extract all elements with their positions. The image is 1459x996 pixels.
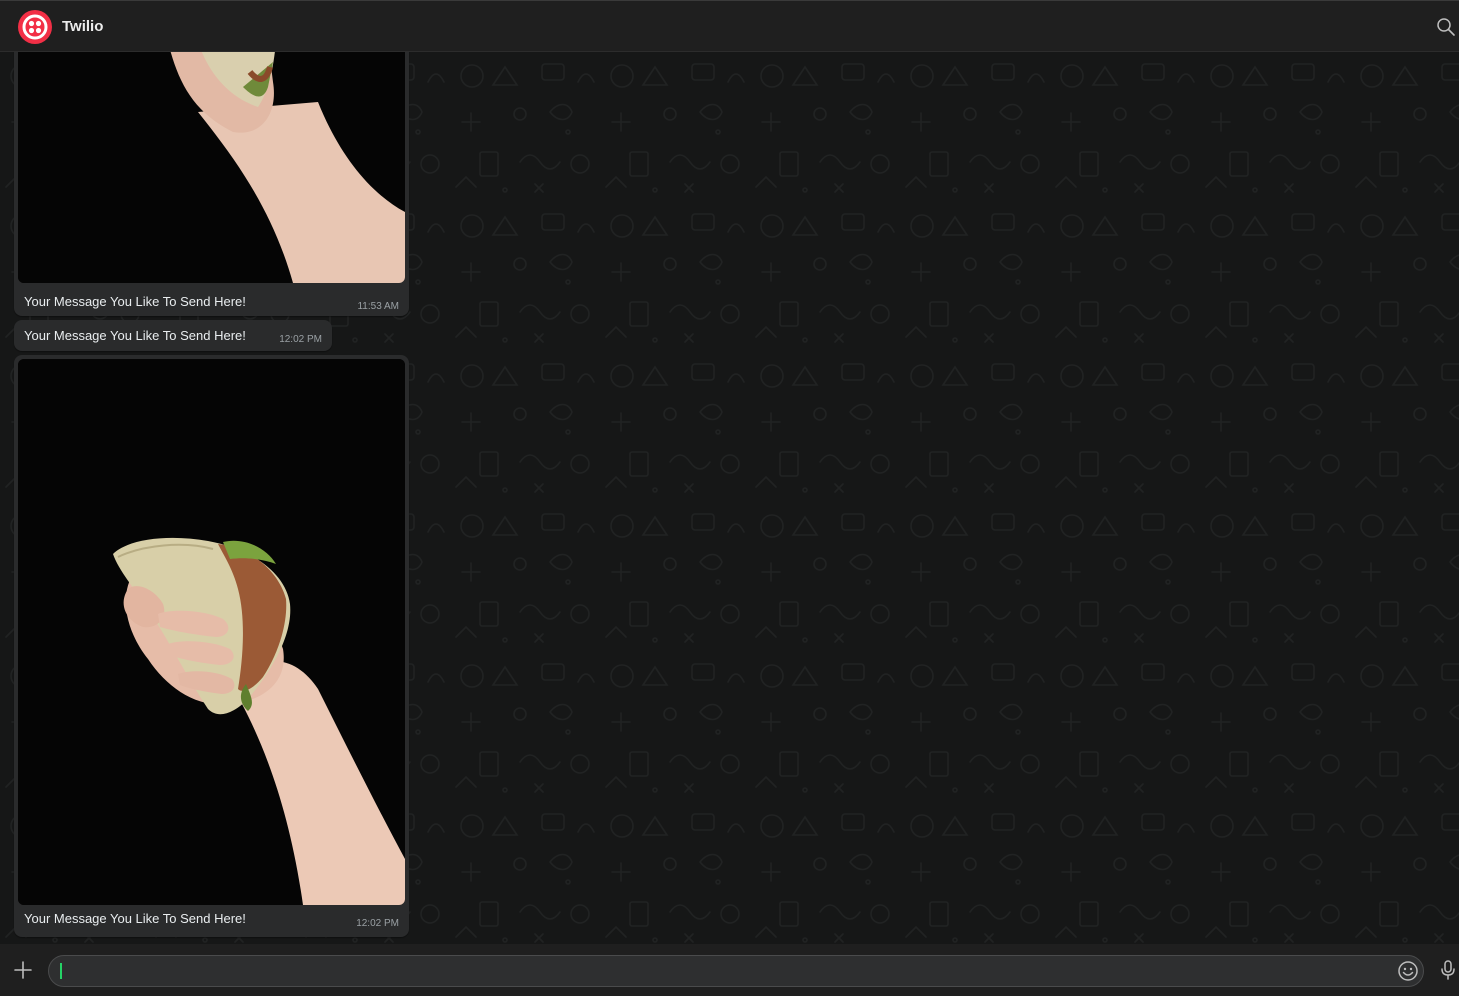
plus-icon <box>14 961 32 979</box>
composer-bar <box>0 944 1459 996</box>
taco-image[interactable] <box>18 52 405 283</box>
twilio-logo-icon <box>22 14 48 40</box>
attach-button[interactable] <box>12 959 34 981</box>
message-text: Your Message You Like To Send Here! <box>24 328 246 343</box>
search-button[interactable] <box>1435 16 1457 38</box>
smiley-icon <box>1398 961 1418 981</box>
message-text: Your Message You Like To Send Here! <box>24 911 246 926</box>
message-input-container[interactable] <box>48 955 1424 988</box>
taco-image[interactable] <box>18 359 405 905</box>
message-time: 12:02 PM <box>356 918 399 929</box>
contact-name[interactable]: Twilio <box>62 18 103 35</box>
voice-message-button[interactable] <box>1438 959 1458 981</box>
taco-photo-illustration <box>18 359 405 905</box>
message-time: 11:53 AM <box>357 301 399 312</box>
media-message[interactable]: Your Message You Like To Send Here! 12:0… <box>14 355 409 937</box>
message-list[interactable]: Your Message You Like To Send Here! 11:5… <box>0 52 1459 944</box>
avatar[interactable] <box>18 10 52 44</box>
text-message[interactable]: Your Message You Like To Send Here! 12:0… <box>14 320 332 351</box>
message-time: 12:02 PM <box>279 334 322 345</box>
media-message[interactable]: Your Message You Like To Send Here! 11:5… <box>14 52 409 316</box>
message-input[interactable] <box>59 956 1393 988</box>
taco-photo-illustration <box>18 52 405 283</box>
whatsapp-window: Twilio Your Message You Like To Send Her… <box>0 0 1459 996</box>
message-text: Your Message You Like To Send Here! <box>24 294 246 309</box>
search-icon <box>1437 18 1455 36</box>
microphone-icon <box>1441 960 1455 980</box>
text-caret <box>60 963 62 979</box>
chat-header: Twilio <box>0 0 1459 52</box>
emoji-button[interactable] <box>1397 960 1419 982</box>
